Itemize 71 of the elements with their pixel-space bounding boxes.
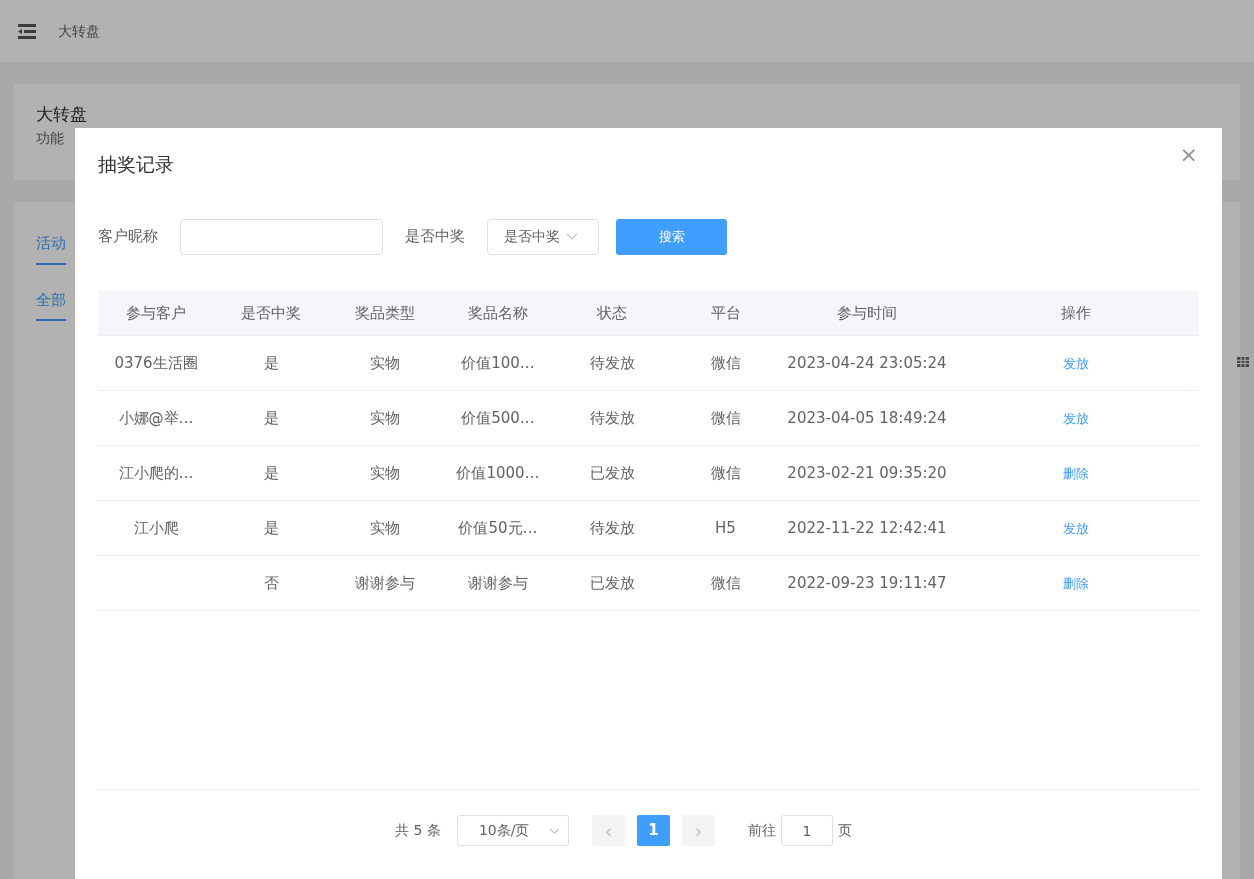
column-header: 是否中奖 [214, 290, 328, 336]
table-cell: 是 [214, 335, 328, 391]
chevron-down-icon [548, 827, 560, 834]
table-cell: 价值500… [441, 390, 555, 446]
page-title: 大转盘 [58, 21, 100, 41]
table-cell: 是 [214, 445, 328, 501]
filter-label: 是否中奖 [405, 226, 465, 248]
action-link[interactable]: 发放 [1062, 408, 1089, 429]
table-cell: 否 [214, 555, 328, 611]
table-cell: 小娜@举… [98, 390, 214, 446]
table-cell: H5 [669, 500, 782, 556]
table-cell: 待发放 [555, 390, 669, 446]
chevron-down-icon [566, 233, 578, 240]
table-cell: 价值1000… [441, 445, 555, 501]
table-cell: 待发放 [555, 500, 669, 556]
menu-icon[interactable] [18, 23, 36, 39]
column-header: 平台 [669, 290, 782, 336]
tab[interactable]: 全部 [36, 288, 66, 321]
total-count: 共 5 条 [395, 821, 441, 840]
page-size-select[interactable]: 10条/页 [456, 815, 569, 846]
table-cell: 江小爬 [98, 500, 214, 556]
table-cell: 实物 [328, 335, 441, 391]
action-link[interactable]: 删除 [1062, 463, 1089, 484]
table-cell: 价值50元… [441, 500, 555, 556]
prev-page-button[interactable]: ‹ [591, 815, 625, 846]
table-cell: 实物 [328, 500, 441, 556]
table-cell: 微信 [669, 445, 782, 501]
search-field[interactable] [180, 218, 383, 255]
table-cell: 2023-04-05 18:49:24 [782, 390, 952, 446]
table-cell: 2022-11-22 12:42:41 [782, 500, 952, 556]
table-cell: 价值100… [441, 335, 555, 391]
column-header: 奖品类型 [328, 290, 441, 336]
table-cell: 谢谢参与 [328, 555, 441, 611]
table-cell: 微信 [669, 555, 782, 611]
close-button[interactable]: × [1179, 144, 1198, 166]
table-cell: 微信 [669, 390, 782, 446]
card-title: 大转盘 [36, 103, 88, 126]
action-link[interactable]: 删除 [1062, 573, 1089, 594]
table-cell: 江小爬的… [98, 445, 214, 501]
goto-label: 前往 [747, 821, 776, 840]
dialog-title: 抽奖记录 [98, 152, 174, 177]
table-cell: 已发放 [555, 445, 669, 501]
column-header: 状态 [555, 290, 669, 336]
table-cell: 是 [214, 390, 328, 446]
table-cell: 是 [214, 500, 328, 556]
column-header: 奖品名称 [441, 290, 555, 336]
search-button[interactable]: 搜索 [616, 218, 727, 255]
page-suffix: 页 [837, 821, 852, 840]
grid-icon[interactable] [1237, 357, 1249, 367]
tab[interactable]: 活动 [36, 232, 66, 265]
select-field[interactable]: 是否中奖 [487, 218, 599, 255]
table-cell: 已发放 [555, 555, 669, 611]
page-button[interactable]: 1 [636, 815, 670, 846]
page-input[interactable]: 1 [780, 815, 833, 846]
column-header: 操作 [952, 290, 1199, 336]
table-cell: 实物 [328, 390, 441, 446]
table-cell: 2023-04-24 23:05:24 [782, 335, 952, 391]
table-cell: 2022-09-23 19:11:47 [782, 555, 952, 611]
action-link[interactable]: 发放 [1062, 518, 1089, 539]
action-link[interactable]: 发放 [1062, 353, 1089, 374]
table-cell: 0376生活圈 [98, 335, 214, 391]
table-cell: 谢谢参与 [441, 555, 555, 611]
column-header: 参与时间 [782, 290, 952, 336]
card-subtitle: 功能 [36, 128, 65, 148]
table-cell: 待发放 [555, 335, 669, 391]
column-header: 参与客户 [98, 290, 214, 336]
table-cell: 2023-02-21 09:35:20 [782, 445, 952, 501]
next-page-button[interactable]: › [681, 815, 715, 846]
filter-label: 客户昵称 [98, 226, 158, 248]
table-cell: 实物 [328, 445, 441, 501]
table-cell: 微信 [669, 335, 782, 391]
